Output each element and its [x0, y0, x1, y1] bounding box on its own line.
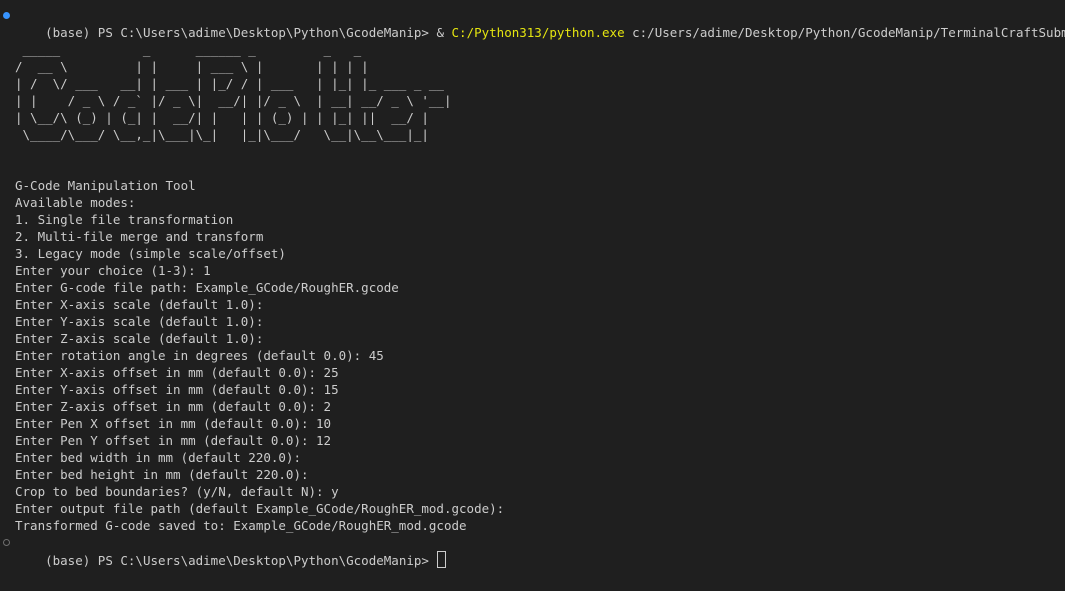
output-line: Enter bed height in mm (default 220.0):	[15, 467, 309, 482]
output-line: Enter Pen X offset in mm (default 0.0): …	[15, 416, 332, 431]
output-line: Enter X-axis offset in mm (default 0.0):…	[15, 365, 339, 380]
output-line: G-Code Manipulation Tool	[15, 178, 196, 193]
cursor-icon	[437, 551, 447, 568]
command-status-dot-icon[interactable]	[3, 12, 10, 19]
output-line: Enter Z-axis offset in mm (default 0.0):…	[15, 399, 332, 414]
command-prompt: (base) PS C:\Users\adime\Desktop\Python\…	[45, 25, 437, 40]
output-line: Available modes:	[15, 195, 136, 210]
command-line: (base) PS C:\Users\adime\Desktop\Python\…	[3, 7, 1065, 40]
output-line: Crop to bed boundaries? (y/N, default N)…	[15, 484, 339, 499]
output-line: Enter output file path (default Example_…	[15, 501, 505, 516]
command-argument: c:/Users/adime/Desktop/Python/GcodeManip…	[632, 25, 1065, 40]
output-line: Transformed G-code saved to: Example_GCo…	[15, 518, 467, 533]
command-operator: &	[436, 25, 452, 40]
program-output: G-Code Manipulation Tool Available modes:…	[15, 177, 1065, 534]
output-line: Enter Y-axis offset in mm (default 0.0):…	[15, 382, 339, 397]
output-line: 2. Multi-file merge and transform	[15, 229, 264, 244]
output-line: Enter bed width in mm (default 220.0):	[15, 450, 301, 465]
command-executable: C:/Python313/python.exe	[451, 25, 625, 40]
output-line: Enter Pen Y offset in mm (default 0.0): …	[15, 433, 332, 448]
final-prompt-line[interactable]: (base) PS C:\Users\adime\Desktop\Python\…	[3, 534, 1065, 568]
output-line: 3. Legacy mode (simple scale/offset)	[15, 246, 286, 261]
final-prompt: (base) PS C:\Users\adime\Desktop\Python\…	[45, 553, 437, 568]
prompt-status-dot-icon[interactable]	[3, 539, 10, 546]
ascii-banner: _____ _ ______ _ _ _ / __ \ | | | ___ \ …	[15, 42, 452, 142]
output-line: Enter Y-axis scale (default 1.0):	[15, 314, 264, 329]
terminal-panel[interactable]: (base) PS C:\Users\adime\Desktop\Python\…	[0, 0, 1065, 591]
output-line: Enter X-axis scale (default 1.0):	[15, 297, 264, 312]
output-line: Enter Z-axis scale (default 1.0):	[15, 331, 264, 346]
output-line: 1. Single file transformation	[15, 212, 234, 227]
output-line: Enter rotation angle in degrees (default…	[15, 348, 384, 363]
output-line: Enter your choice (1-3): 1	[15, 263, 211, 278]
output-line: Enter G-code file path: Example_GCode/Ro…	[15, 280, 399, 295]
